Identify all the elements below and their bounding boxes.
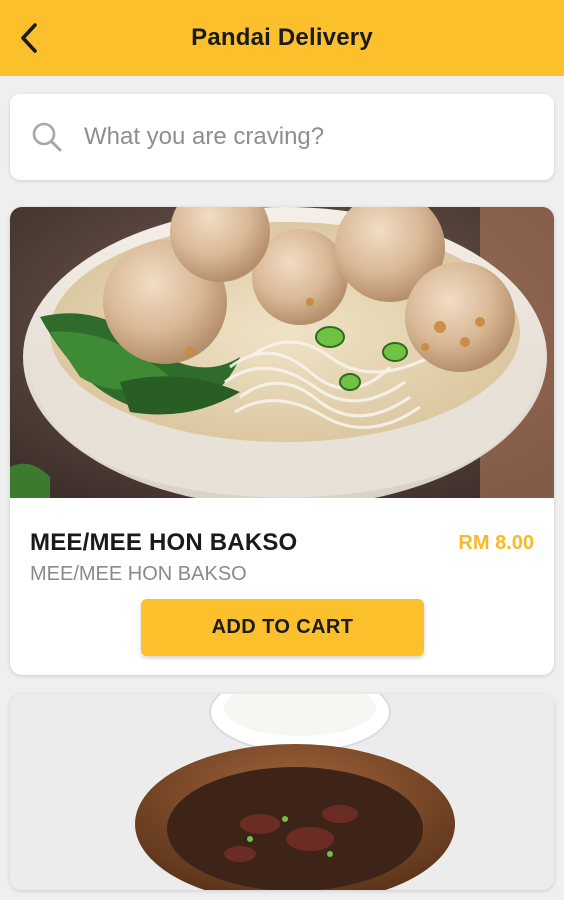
food-image-claypot [10, 694, 554, 890]
back-button[interactable] [18, 18, 62, 58]
menu-item-card: MEE/MEE HON BAKSO RM 8.00 MEE/MEE HON BA… [10, 207, 554, 675]
item-name: MEE/MEE HON BAKSO [30, 529, 298, 556]
page-title: Pandai Delivery [191, 24, 373, 51]
item-description: MEE/MEE HON BAKSO [30, 563, 247, 585]
item-price: RM 8.00 [458, 532, 534, 554]
app-screen: Pandai Delivery What you are craving? ME… [0, 0, 564, 900]
menu-item-card [10, 694, 554, 890]
search-input[interactable] [84, 123, 504, 151]
search-bar[interactable] [10, 94, 554, 180]
top-app-bar: Pandai Delivery [0, 0, 564, 76]
food-image-bakso [10, 207, 554, 498]
add-to-cart-button[interactable]: ADD TO CART [141, 599, 424, 656]
chevron-left-icon [21, 23, 37, 53]
search-icon [30, 120, 64, 154]
